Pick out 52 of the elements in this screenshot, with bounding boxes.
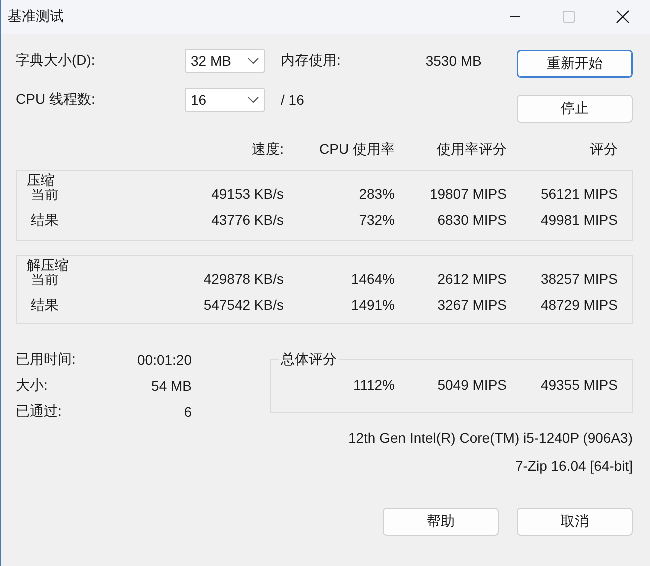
dropdown[interactable]: 32 MB [185,49,265,73]
table-cell-text: 3267 MIPS [436,296,507,314]
group-title: 压缩 [27,171,55,189]
dropdown[interactable]: 16 [185,88,265,112]
stop-button[interactable]: 停止 [517,95,633,123]
help-button[interactable]: 帮助 [383,508,499,536]
table-cell-text: 56121 MIPS [540,185,618,203]
memory-label: 内存使用: [281,52,341,70]
maximize-icon [563,11,575,23]
caret-icon [248,58,259,64]
thread-total: / 16 [281,92,306,108]
table-cell-text: 1112% [352,376,395,394]
row-label: 结果 [31,296,60,314]
group-title: 总体评分 [281,350,337,368]
caret-icon [248,96,259,104]
cpu-info: 12th Gen Intel(R) Core(TM) i5-1240P (906A3) [348,430,633,446]
group-title: 解压缩 [27,256,69,274]
table-cell-text: 732% [358,211,395,229]
table-cell-text: 6830 MIPS [436,211,507,229]
table-cell-text: 1464% [350,270,395,288]
cancel-button[interactable]: 取消 [517,508,633,536]
row-label: 结果 [31,211,60,229]
table-cell-text: 5049 MIPS [436,376,507,394]
table-cell-text: 48729 MIPS [540,296,618,314]
table-cell-text: 2612 MIPS [436,270,507,288]
stat-value: 00:01:20 [136,352,192,368]
table-cell-text: 1491% [350,296,395,314]
table-cell-text: 38257 MIPS [540,270,618,288]
table-cell-text: 49981 MIPS [540,211,618,229]
close-icon [616,10,630,24]
column-header: 速度: [251,141,284,159]
table-cell-text: 429878 KB/s [202,270,284,288]
table-cell-text: 547542 KB/s [202,296,284,314]
field-label: 字典大小(D): [16,52,96,70]
table-cell-text: 49153 KB/s [210,185,284,203]
field-label: CPU 线程数: [16,91,96,109]
table-cell-text: 283% [358,185,395,203]
memory-value: 3530 MB [424,53,482,69]
table-cell-text: 19807 MIPS [428,185,507,203]
version-info: 7-Zip 16.04 [64-bit] [515,458,633,474]
stat-label: 已用时间: [16,351,77,369]
stat-value: 6 [183,404,192,420]
restart-button[interactable]: 重新开始 [517,50,633,78]
stat-value: 54 MB [150,378,192,394]
column-header: 使用率评分 [436,141,507,159]
window-title: 基准测试 [8,8,65,26]
table-cell-text: 49355 MIPS [540,376,618,394]
column-header: 评分 [589,141,618,159]
table-cell-text: 43776 KB/s [210,211,284,229]
stat-label: 大小: [16,377,49,395]
stat-label: 已通过: [16,403,63,421]
column-header: CPU 使用率 [318,141,395,159]
